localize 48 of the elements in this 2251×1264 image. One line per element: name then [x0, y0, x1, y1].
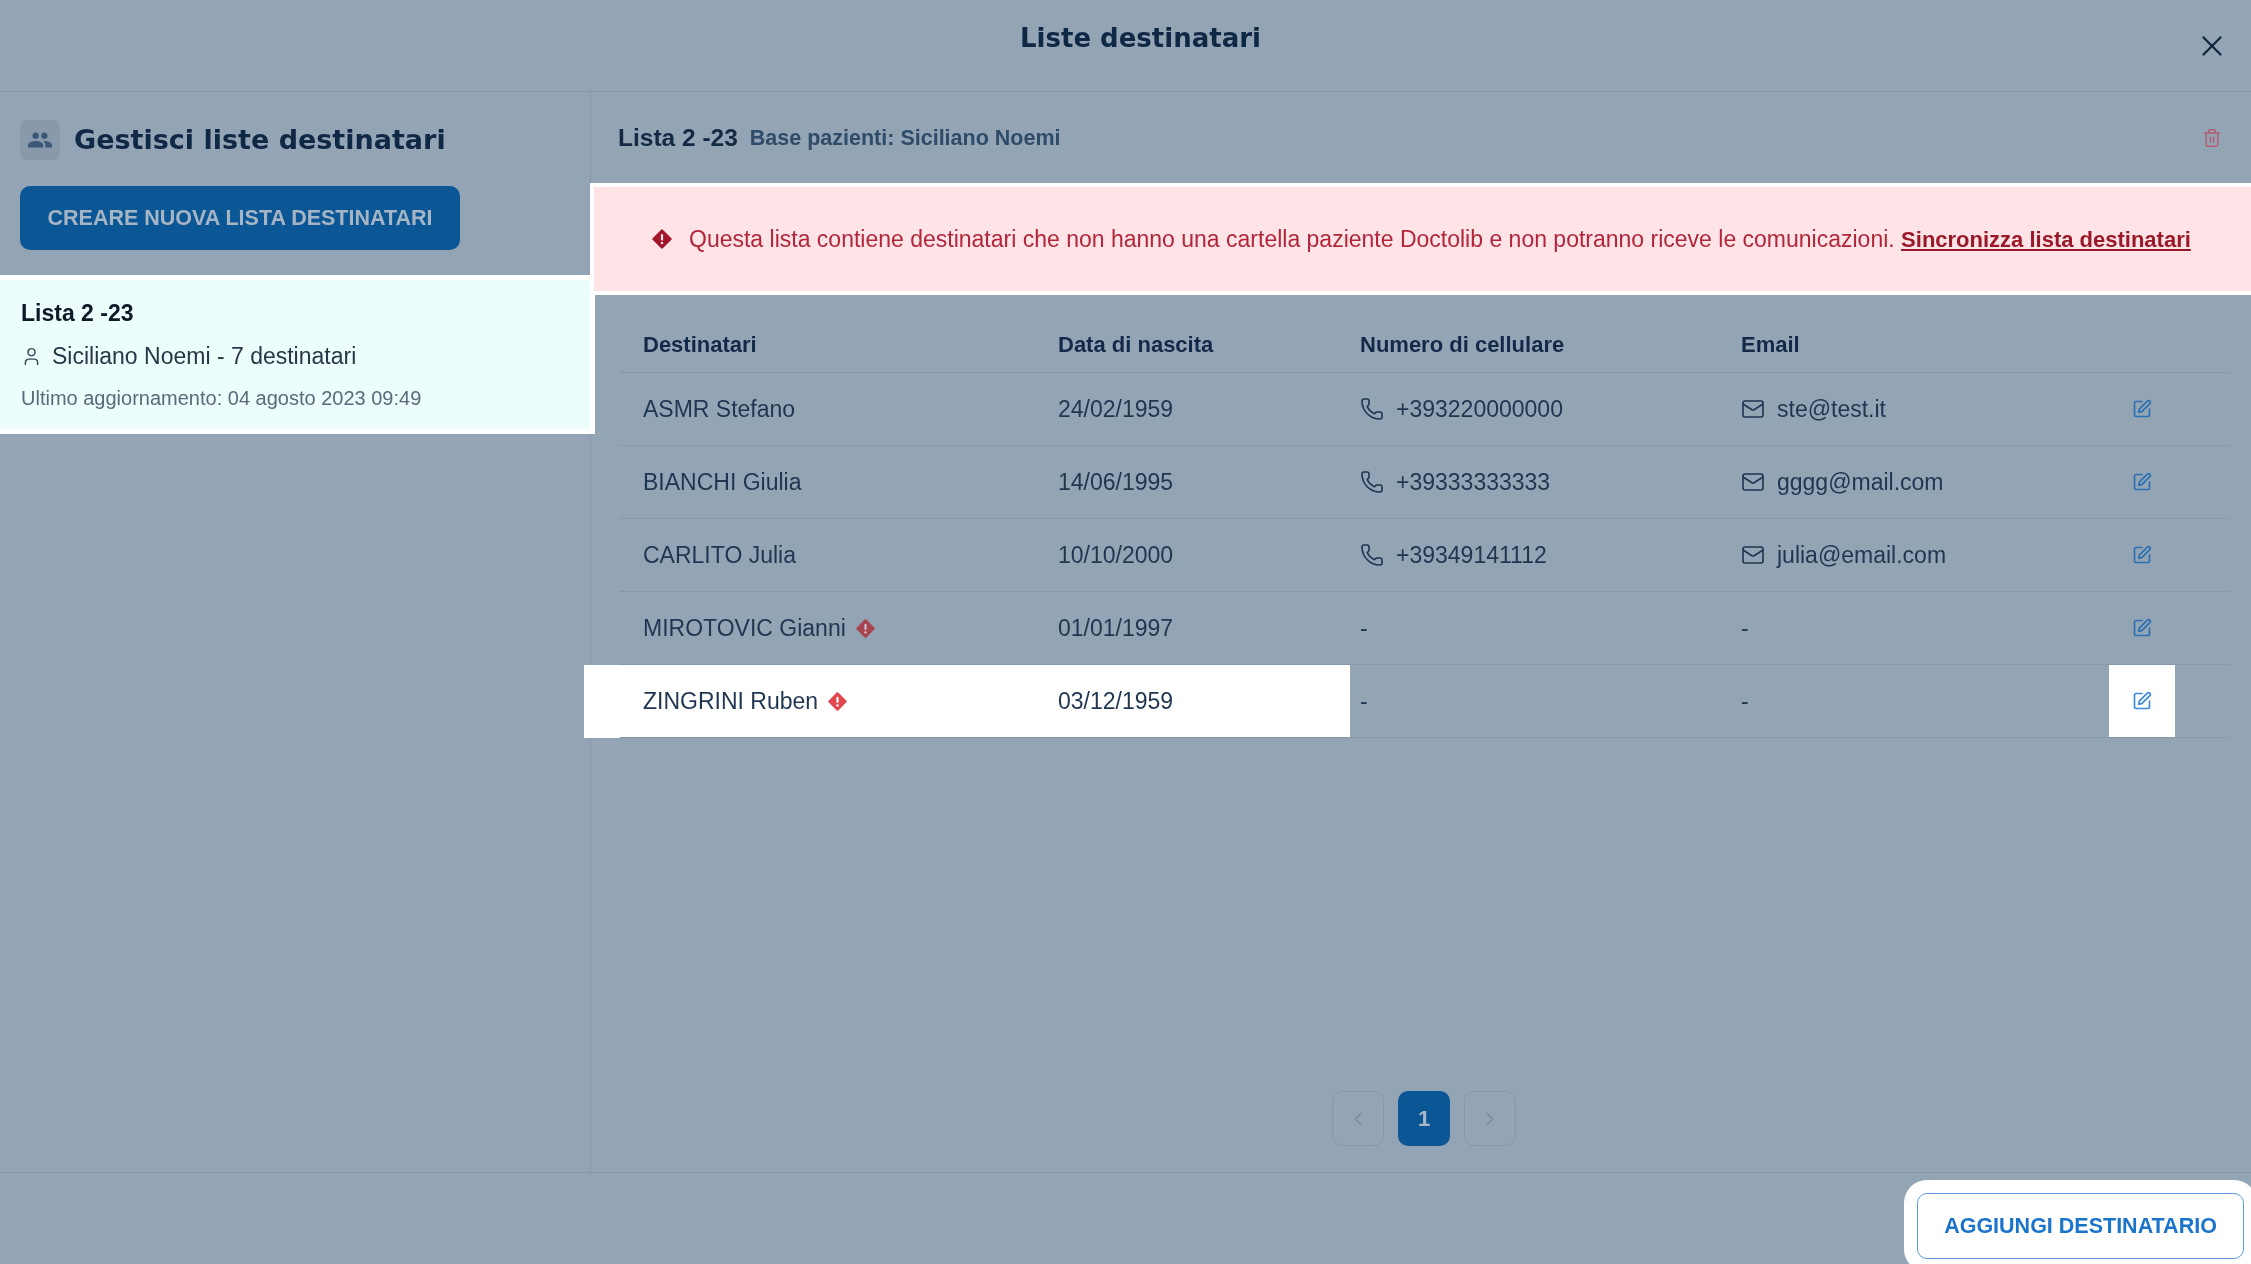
edit-icon — [2132, 399, 2152, 419]
patient-name: ZINGRINI Ruben — [643, 687, 819, 715]
list-title: Lista 2 -23 — [618, 122, 738, 153]
patient-name: MIROTOVIC Gianni — [643, 614, 846, 642]
phone-icon — [1360, 470, 1384, 494]
empty-value: - — [1741, 614, 1749, 642]
list-owner: Siciliano Noemi - 7 destinatari — [52, 342, 357, 370]
patient-name: BIANCHI Giulia — [643, 468, 802, 496]
warning-icon — [652, 229, 672, 249]
edit-button[interactable] — [2109, 665, 2175, 737]
column-header: Destinatari — [642, 332, 758, 358]
sidebar-title: Gestisci liste destinatari — [74, 124, 446, 156]
patient-name: ASMR Stefano — [643, 395, 796, 423]
sync-link[interactable]: Sincronizza lista destinatari — [1901, 226, 2191, 252]
last-updated: Ultimo aggiornamento: 04 agosto 2023 09:49 — [21, 386, 423, 410]
create-list-button[interactable]: CREARE NUOVA LISTA DESTINATARI — [20, 186, 460, 250]
edit-icon — [2132, 691, 2152, 711]
column-header: Email — [1740, 332, 1801, 358]
column-header: Numero di cellulare — [1359, 332, 1566, 358]
email-address: gggg@mail.com — [1777, 468, 1944, 496]
table-cell: 24/02/1959 — [1035, 373, 1337, 446]
page-button[interactable]: 1 — [1398, 1091, 1450, 1146]
phone-number: +39333333333 — [1396, 468, 1551, 496]
alert-message: Questa lista contiene destinatari che non hanno una cartella paziente Doctolib e non potranno riceve le comunicazioni. Sincronizza lista destinatari — [689, 224, 2191, 254]
edit-icon — [2132, 618, 2152, 638]
table-cell: 14/06/1995 — [1035, 446, 1337, 519]
empty-value: - — [1360, 614, 1368, 642]
phone-icon — [1360, 397, 1384, 421]
list-title: Lista 2 -23 — [21, 299, 135, 327]
table-cell: 10/10/2000 — [1035, 519, 1337, 592]
email-address: ste@test.it — [1777, 395, 1886, 423]
edit-icon — [2132, 545, 2152, 565]
mail-icon — [1741, 397, 1765, 421]
empty-value: - — [1360, 687, 1368, 715]
empty-value: - — [1741, 687, 1749, 715]
mail-icon — [1741, 543, 1765, 567]
phone-number: +39349141112 — [1396, 541, 1547, 569]
email-address: julia@email.com — [1777, 541, 1947, 569]
window-title: Liste destinatari — [1020, 22, 1261, 54]
trash-icon[interactable] — [2202, 127, 2222, 148]
list-subtitle: Base pazienti: Siciliano Noemi — [749, 124, 1061, 152]
phone-number: +393220000000 — [1396, 395, 1563, 423]
patient-name: CARLITO Julia — [643, 541, 796, 569]
phone-icon — [1360, 543, 1384, 567]
column-header: Data di nascita — [1057, 332, 1215, 358]
edit-icon — [2132, 472, 2152, 492]
people-icon — [20, 120, 60, 160]
mail-icon — [1741, 470, 1765, 494]
